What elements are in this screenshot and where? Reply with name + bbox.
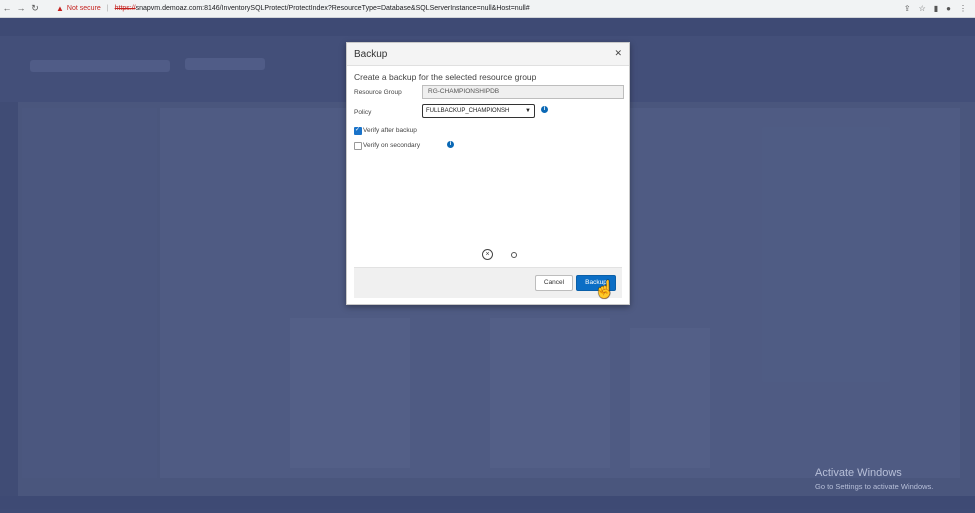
warning-icon: ▲ — [56, 4, 64, 13]
forward-arrow-icon[interactable]: → — [14, 0, 28, 17]
watermark-title: Activate Windows — [815, 467, 902, 479]
policy-selected-value: FULLBACKUP_CHAMPIONSH — [426, 108, 510, 114]
backup-dialog: Backup ✕ Create a backup for the selecte… — [346, 42, 630, 305]
browser-toolbar: ← → ↻ ▲ Not secure | https://snapvm.demo… — [0, 0, 975, 18]
profile-icon[interactable]: ● — [946, 0, 951, 17]
security-indicator[interactable]: ▲ Not secure — [56, 4, 101, 13]
hand-cursor-icon: ☝ — [594, 280, 616, 299]
back-arrow-icon[interactable]: ← — [0, 0, 14, 17]
policy-select[interactable]: FULLBACKUP_CHAMPIONSH ▼ — [422, 104, 535, 118]
close-icon[interactable]: ✕ — [614, 48, 622, 59]
menu-icon[interactable]: ⋮ — [959, 0, 967, 17]
activation-watermark: Activate Windows Go to Settings to activ… — [815, 467, 933, 491]
security-text: Not secure — [66, 5, 101, 12]
share-icon[interactable]: ⇪ — [904, 0, 911, 17]
address-bar[interactable]: https://snapvm.demoaz.com:8146/Inventory… — [115, 5, 530, 12]
address-separator: | — [106, 5, 109, 12]
loading-spinner-icon: × — [482, 249, 493, 260]
resource-group-field: RG-CHAMPIONSHIPDB — [422, 85, 624, 99]
verify-on-secondary-label: Verify on secondary — [363, 142, 421, 149]
dialog-header: Backup ✕ — [347, 43, 629, 66]
dialog-subtitle: Create a backup for the selected resourc… — [354, 72, 537, 82]
reload-icon[interactable]: ↻ — [28, 0, 42, 17]
dialog-footer: Cancel Backup ☝ — [354, 267, 622, 299]
verify-on-secondary-checkbox[interactable] — [354, 142, 362, 150]
url-text: snapvm.demoaz.com:8146/InventorySQLProte… — [135, 5, 530, 12]
watermark-subtitle: Go to Settings to activate Windows. — [815, 482, 934, 491]
policy-label: Policy — [354, 109, 372, 116]
dialog-title: Backup — [354, 49, 388, 60]
sidebar-icon[interactable]: ▮ — [934, 0, 938, 17]
browser-actions: ⇪ ☆ ▮ ● ⋮ — [904, 0, 967, 17]
url-scheme: https:// — [114, 5, 136, 12]
star-icon[interactable]: ☆ — [919, 0, 926, 17]
resource-group-label: Resource Group — [354, 89, 402, 96]
loading-dot-icon — [511, 252, 517, 258]
info-icon[interactable]: i — [541, 106, 548, 113]
verify-after-backup-label: Verify after backup — [363, 127, 417, 134]
verify-after-backup-checkbox[interactable] — [354, 126, 362, 135]
info-icon[interactable]: i — [447, 141, 454, 148]
caret-down-icon: ▼ — [525, 108, 531, 114]
cancel-button[interactable]: Cancel — [535, 275, 573, 291]
